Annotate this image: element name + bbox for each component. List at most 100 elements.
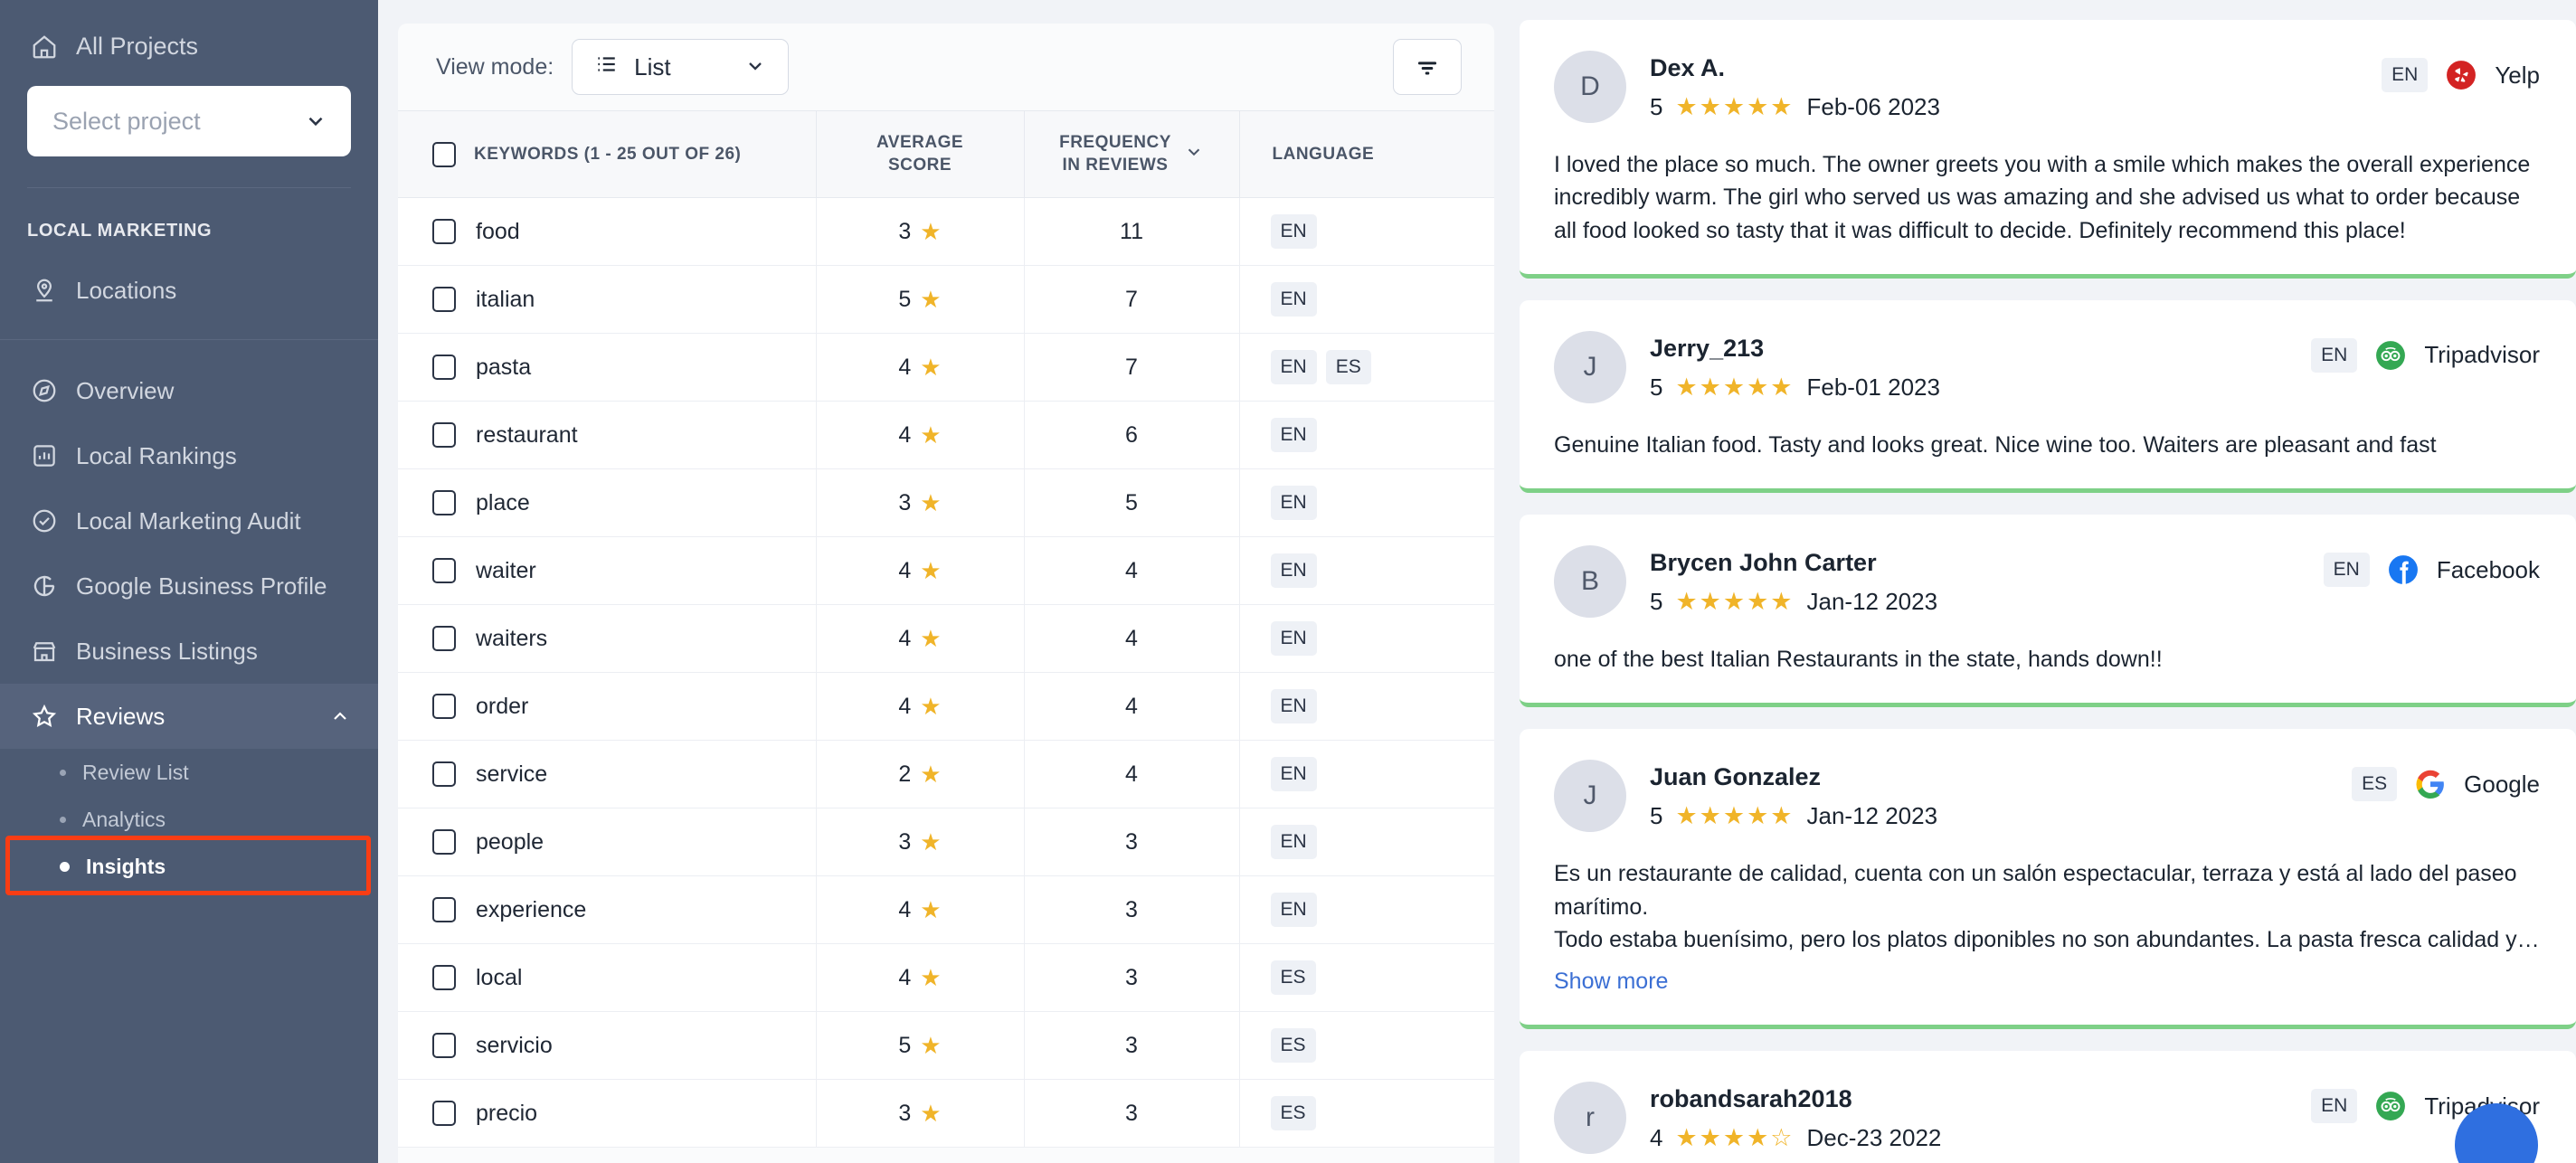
average-score-cell: 3 ★ <box>815 197 1024 266</box>
review-rating: 5 ★★★★★ Jan-12 2023 <box>1650 588 2300 616</box>
star-icon: ★ <box>920 218 942 245</box>
table-row[interactable]: waiters 4 ★ 4 EN <box>398 604 1494 673</box>
column-header-average-score[interactable]: AVERAGE SCORE <box>815 110 1024 198</box>
chevron-down-icon <box>304 109 327 133</box>
frequency-line2: IN REVIEWS <box>1062 155 1169 175</box>
sidebar-divider-2 <box>0 339 378 340</box>
row-checkbox[interactable] <box>432 422 456 448</box>
star-icon: ★ <box>920 354 942 381</box>
table-row[interactable]: pasta 4 ★ 7 EN ES <box>398 333 1494 402</box>
table-row[interactable]: servicio 5 ★ 3 ES <box>398 1011 1494 1080</box>
review-body: one of the best Italian Restaurants in t… <box>1554 643 2540 676</box>
frequency-cell: 4 <box>1023 740 1239 808</box>
review-body: I loved the place so much. The owner gre… <box>1554 148 2540 247</box>
table-row[interactable]: service 2 ★ 4 EN <box>398 740 1494 808</box>
table-row[interactable]: place 3 ★ 5 EN <box>398 468 1494 537</box>
row-checkbox[interactable] <box>432 897 456 922</box>
keyword-label: local <box>476 964 523 990</box>
row-checkbox[interactable] <box>432 355 456 380</box>
frequency-cell: 4 <box>1023 672 1239 741</box>
row-checkbox[interactable] <box>432 626 456 651</box>
sidebar-item-local-rankings[interactable]: Local Rankings <box>0 423 378 488</box>
sort-chevron-down-icon[interactable] <box>1184 142 1204 167</box>
score-value: 4 <box>898 354 912 380</box>
frequency-value: 3 <box>1125 1032 1138 1058</box>
review-card[interactable]: J Juan Gonzalez 5 ★★★★★ Jan-12 2023 ES Google E… <box>1520 729 2576 1030</box>
sidebar-all-projects[interactable]: All Projects <box>27 27 351 61</box>
google-g-icon <box>31 572 58 600</box>
sidebar-item-overview[interactable]: Overview <box>0 358 378 423</box>
keyword-label: pasta <box>476 354 532 380</box>
rating-value: 5 <box>1650 802 1663 830</box>
row-checkbox[interactable] <box>432 761 456 787</box>
column-header-frequency[interactable]: FREQUENCY IN REVIEWS <box>1023 110 1239 198</box>
table-row[interactable]: local 4 ★ 3 ES <box>398 943 1494 1012</box>
sidebar-subitem-label: Insights <box>86 854 166 878</box>
language-cell: EN <box>1238 672 1494 741</box>
project-select[interactable]: Select project <box>27 86 351 156</box>
sidebar-item-business-listings[interactable]: Business Listings <box>0 619 378 684</box>
sidebar-subitem-review-list[interactable]: Review List <box>0 749 378 796</box>
row-checkbox[interactable] <box>432 490 456 515</box>
table-row[interactable]: food 3 ★ 11 EN <box>398 197 1494 266</box>
filter-button[interactable] <box>1393 39 1462 95</box>
language-cell: ES <box>1238 1079 1494 1148</box>
table-row[interactable]: waiter 4 ★ 4 EN <box>398 536 1494 605</box>
language-chip: EN <box>1270 893 1317 927</box>
row-checkbox[interactable] <box>432 965 456 990</box>
table-row[interactable]: restaurant 4 ★ 6 EN <box>398 401 1494 469</box>
review-date: Feb-06 2023 <box>1806 93 1940 120</box>
language-cell: EN <box>1238 875 1494 944</box>
bullet-icon <box>60 769 66 776</box>
review-card[interactable]: B Brycen John Carter 5 ★★★★★ Jan-12 2023 EN Fa… <box>1520 515 2576 708</box>
frequency-cell: 5 <box>1023 468 1239 537</box>
row-checkbox[interactable] <box>432 1101 456 1126</box>
table-row[interactable]: italian 5 ★ 7 EN <box>398 265 1494 334</box>
stars-icon: ★★★★★ <box>1675 373 1795 401</box>
bar-chart-icon <box>31 442 58 469</box>
chevron-up-icon <box>329 705 351 727</box>
sidebar-subitem-analytics[interactable]: Analytics <box>0 796 378 843</box>
sidebar-item-local-marketing-audit[interactable]: Local Marketing Audit <box>0 488 378 553</box>
row-checkbox[interactable] <box>432 287 456 312</box>
review-card[interactable]: D Dex A. 5 ★★★★★ Feb-06 2023 EN Yelp I loved th… <box>1520 20 2576 279</box>
review-card[interactable]: J Jerry_213 5 ★★★★★ Feb-01 2023 EN Tripadvisor… <box>1520 299 2576 493</box>
keyword-label: service <box>476 761 548 787</box>
row-checkbox[interactable] <box>432 1033 456 1058</box>
language-cell: EN ES <box>1238 333 1494 402</box>
reviews-feed[interactable]: D Dex A. 5 ★★★★★ Feb-06 2023 EN Yelp I loved th… <box>1520 20 2576 1163</box>
sidebar-item-label: Google Business Profile <box>76 572 327 600</box>
show-more-link[interactable]: Show more <box>1554 965 1668 998</box>
star-icon: ★ <box>920 828 942 856</box>
score-value: 4 <box>898 557 912 583</box>
review-author-name: Jerry_213 <box>1650 334 1765 362</box>
score-value: 2 <box>898 761 912 787</box>
table-row[interactable]: experience 4 ★ 3 EN <box>398 875 1494 944</box>
table-row[interactable]: precio 3 ★ 3 ES <box>398 1079 1494 1148</box>
row-checkbox[interactable] <box>432 219 456 244</box>
select-all-checkbox[interactable] <box>432 141 456 167</box>
table-row[interactable]: order 4 ★ 4 EN <box>398 672 1494 741</box>
row-checkbox[interactable] <box>432 694 456 719</box>
review-body-line: Todo estaba buenísimo, pero los platos d… <box>1554 926 2540 952</box>
column-header-keywords[interactable]: KEYWORDS (1 - 25 OUT OF 26) <box>398 110 816 198</box>
sidebar-item-locations[interactable]: Locations <box>0 258 378 323</box>
keyword-label: food <box>476 218 520 244</box>
frequency-cell: 3 <box>1023 875 1239 944</box>
view-mode-select[interactable]: List <box>572 39 790 95</box>
row-checkbox[interactable] <box>432 829 456 855</box>
column-header-language[interactable]: LANGUAGE <box>1238 110 1494 198</box>
sidebar-subitem-insights[interactable]: Insights <box>0 843 378 890</box>
review-card[interactable]: rrobandsarah20184★★★★☆Dec-23 2022ENTripa… <box>1520 1051 2576 1163</box>
sidebar-item-google-business-profile[interactable]: Google Business Profile <box>0 553 378 619</box>
sidebar-item-label: Local Marketing Audit <box>76 506 301 534</box>
average-score-cell: 4 ★ <box>815 401 1024 469</box>
avatar: D <box>1554 51 1626 123</box>
sidebar-item-reviews[interactable]: Reviews <box>0 684 378 749</box>
compass-icon <box>31 377 58 404</box>
review-body: Genuine Italian food. Tasty and looks gr… <box>1554 429 2540 461</box>
table-row[interactable]: people 3 ★ 3 EN <box>398 808 1494 876</box>
average-score-cell: 3 ★ <box>815 468 1024 537</box>
sidebar-item-label: Local Rankings <box>76 441 237 469</box>
row-checkbox[interactable] <box>432 558 456 583</box>
